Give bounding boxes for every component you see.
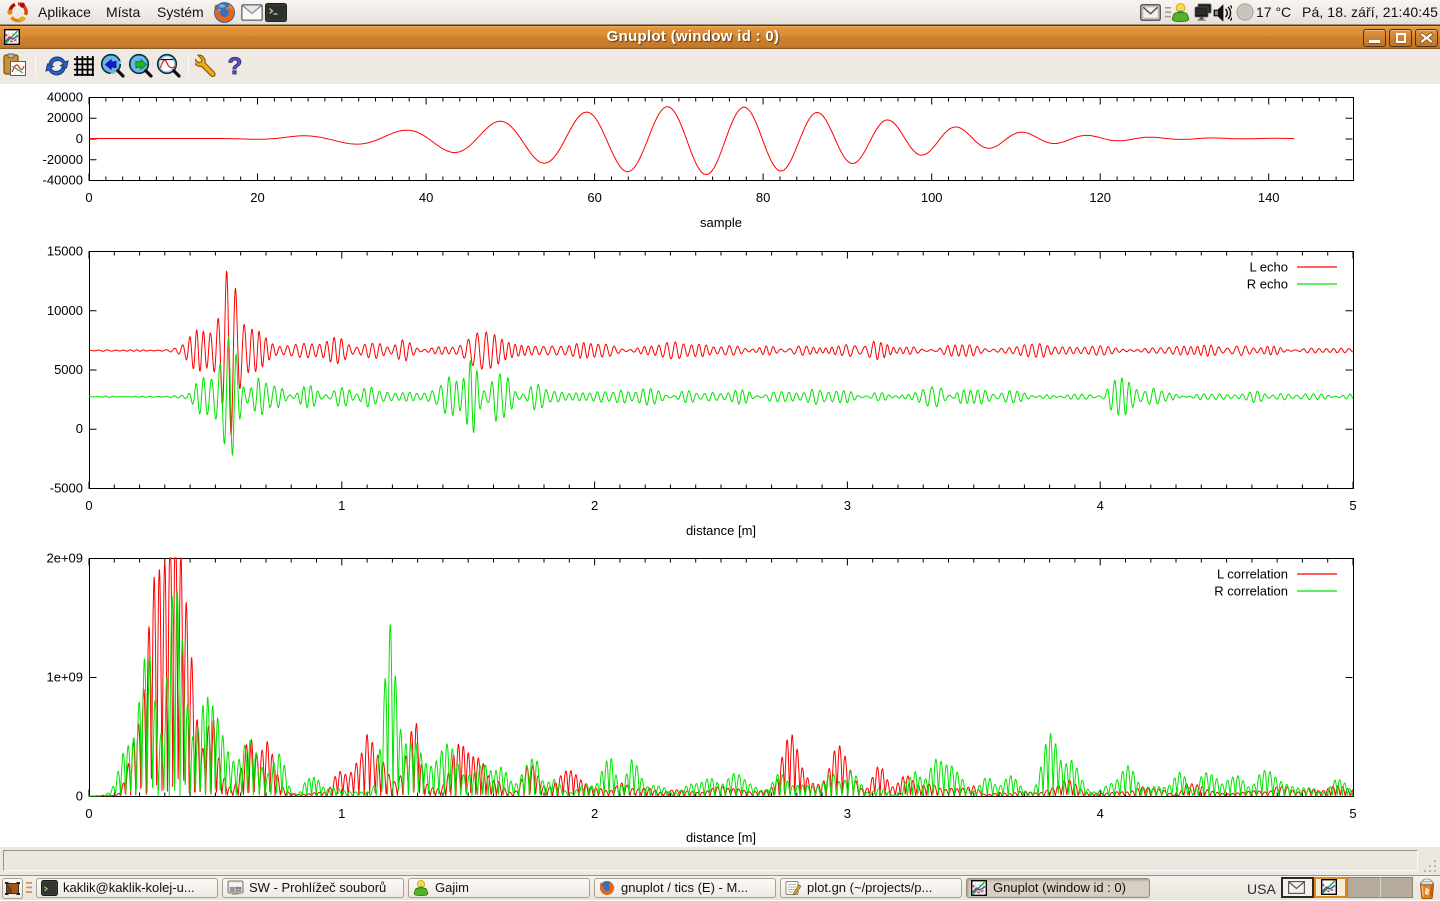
svg-text:L correlation: L correlation xyxy=(1217,567,1288,582)
svg-text:4: 4 xyxy=(1097,498,1104,513)
svg-text:sample: sample xyxy=(700,215,742,230)
svg-text:100: 100 xyxy=(921,190,943,205)
svg-text:60: 60 xyxy=(587,190,601,205)
svg-text:0: 0 xyxy=(85,190,92,205)
svg-text:20000: 20000 xyxy=(47,110,83,125)
svg-text:5: 5 xyxy=(1349,806,1356,821)
svg-text:15000: 15000 xyxy=(47,244,83,259)
svg-text:20: 20 xyxy=(250,190,264,205)
svg-text:R echo: R echo xyxy=(1247,277,1288,292)
svg-text:120: 120 xyxy=(1089,190,1111,205)
svg-text:L echo: L echo xyxy=(1249,260,1288,275)
svg-text:-40000: -40000 xyxy=(43,173,83,188)
svg-text:1e+09: 1e+09 xyxy=(46,670,83,685)
svg-text:0: 0 xyxy=(85,498,92,513)
svg-text:0: 0 xyxy=(76,131,83,146)
svg-text:3: 3 xyxy=(844,806,851,821)
svg-text:2e+09: 2e+09 xyxy=(46,551,83,566)
svg-text:?: ? xyxy=(228,53,243,79)
svg-text:80: 80 xyxy=(756,190,770,205)
svg-text:3: 3 xyxy=(844,498,851,513)
svg-text:140: 140 xyxy=(1258,190,1280,205)
svg-text:2: 2 xyxy=(591,806,598,821)
svg-text:10000: 10000 xyxy=(47,303,83,318)
svg-text:0: 0 xyxy=(85,806,92,821)
svg-text:distance [m]: distance [m] xyxy=(686,830,756,845)
svg-text:0: 0 xyxy=(76,789,83,804)
svg-text:40: 40 xyxy=(419,190,433,205)
svg-text:-5000: -5000 xyxy=(50,481,83,496)
svg-text:5: 5 xyxy=(1349,498,1356,513)
svg-text:R correlation: R correlation xyxy=(1214,584,1288,599)
svg-text:1: 1 xyxy=(338,806,345,821)
svg-text:2: 2 xyxy=(591,498,598,513)
svg-text:5000: 5000 xyxy=(54,362,83,377)
svg-text:-20000: -20000 xyxy=(43,152,83,167)
svg-text:1: 1 xyxy=(338,498,345,513)
svg-text:0: 0 xyxy=(76,421,83,436)
svg-text:40000: 40000 xyxy=(47,90,83,105)
svg-text:4: 4 xyxy=(1097,806,1104,821)
svg-text:distance [m]: distance [m] xyxy=(686,523,756,538)
